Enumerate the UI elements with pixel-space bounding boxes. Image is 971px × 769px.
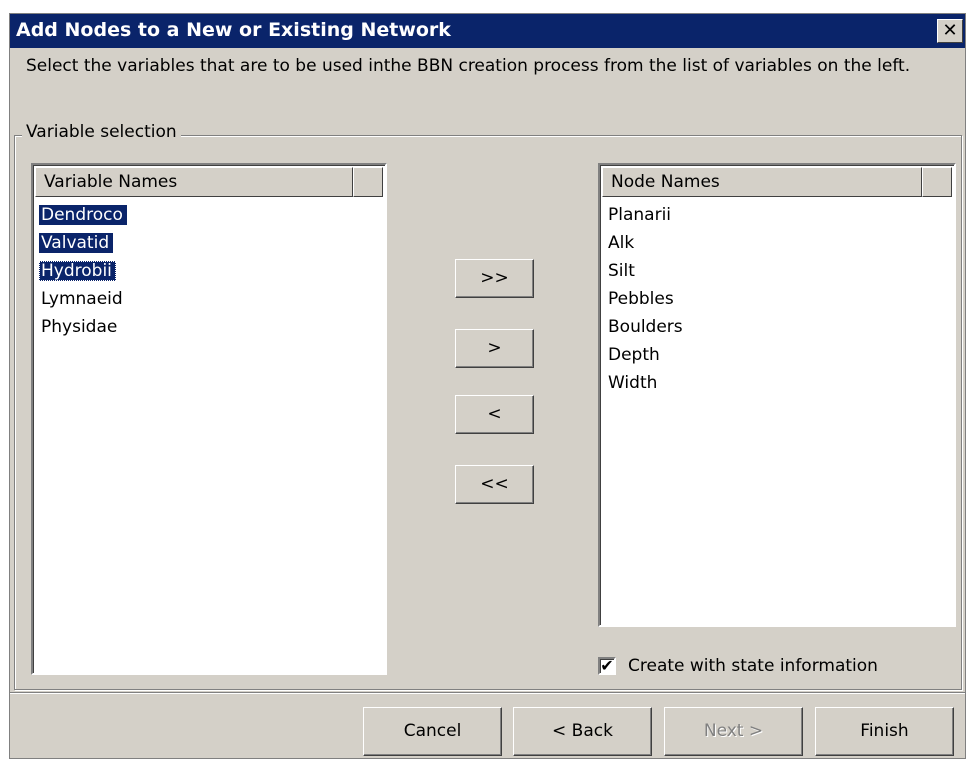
close-icon: ✕ (942, 20, 958, 41)
add-nodes-dialog: Add Nodes to a New or Existing Network ✕… (9, 13, 966, 759)
node-item-label: Boulders (608, 317, 683, 337)
variable-list-item[interactable]: Lymnaeid (37, 285, 381, 313)
node-names-items: Planarii Alk Silt Pebbles Boulders Depth Width (604, 201, 950, 397)
title-bar: Add Nodes to a New or Existing Network ✕ (10, 14, 965, 48)
add-all-button[interactable]: >> (455, 259, 534, 298)
variable-list-item[interactable]: Hydrobii (37, 257, 381, 285)
empty-column-header[interactable] (922, 167, 952, 197)
back-button[interactable]: < Back (513, 707, 652, 756)
node-item-label: Depth (608, 345, 660, 365)
finish-button[interactable]: Finish (815, 707, 954, 756)
node-list-item[interactable]: Boulders (604, 313, 950, 341)
close-button[interactable]: ✕ (937, 19, 963, 43)
node-item-label: Planarii (608, 205, 672, 225)
variable-item-label: Physidae (41, 317, 118, 337)
variable-list-item[interactable]: Valvatid (37, 229, 381, 257)
instruction-text: Select the variables that are to be used… (26, 56, 911, 76)
checkmark-icon: ✔ (600, 656, 614, 675)
state-info-checkbox[interactable]: ✔ (598, 657, 616, 675)
node-list-item[interactable]: Alk (604, 229, 950, 257)
node-list-item[interactable]: Width (604, 369, 950, 397)
variable-names-header: Variable Names (35, 167, 383, 197)
variable-item-label: Hydrobii (39, 261, 116, 281)
footer-separator (10, 692, 965, 694)
variable-names-items: Dendroco Valvatid Hydrobii Lymnaeid Physidae (37, 201, 381, 341)
variable-item-label: Lymnaeid (41, 289, 123, 309)
node-names-header: Node Names (602, 167, 952, 197)
next-button[interactable]: Next > (664, 707, 803, 756)
variable-names-list[interactable]: Variable Names Dendroco Valvatid Hydrobii L… (31, 163, 387, 675)
cancel-button[interactable]: Cancel (363, 707, 502, 756)
node-names-list[interactable]: Node Names Planarii Alk Silt Pebbles Boulder… (598, 163, 956, 627)
add-selected-button[interactable]: > (455, 329, 534, 368)
remove-all-button[interactable]: << (455, 465, 534, 504)
node-list-item[interactable]: Depth (604, 341, 950, 369)
node-list-item[interactable]: Silt (604, 257, 950, 285)
state-info-option[interactable]: ✔ Create with state information (598, 652, 878, 680)
variable-item-label: Dendroco (39, 205, 127, 225)
remove-selected-button[interactable]: < (455, 395, 534, 434)
node-item-label: Pebbles (608, 289, 674, 309)
node-list-item[interactable]: Pebbles (604, 285, 950, 313)
dialog-title: Add Nodes to a New or Existing Network (16, 19, 451, 41)
state-info-label[interactable]: Create with state information (628, 656, 878, 676)
node-item-label: Silt (608, 261, 635, 281)
variable-list-item[interactable]: Dendroco (37, 201, 381, 229)
variable-names-column-header[interactable]: Variable Names (35, 167, 353, 197)
variable-list-item[interactable]: Physidae (37, 313, 381, 341)
node-names-column-header[interactable]: Node Names (602, 167, 922, 197)
node-item-label: Width (608, 373, 658, 393)
empty-column-header[interactable] (353, 167, 383, 197)
node-list-item[interactable]: Planarii (604, 201, 950, 229)
variable-selection-label: Variable selection (22, 122, 181, 142)
node-item-label: Alk (608, 233, 635, 253)
variable-item-label: Valvatid (39, 233, 114, 253)
